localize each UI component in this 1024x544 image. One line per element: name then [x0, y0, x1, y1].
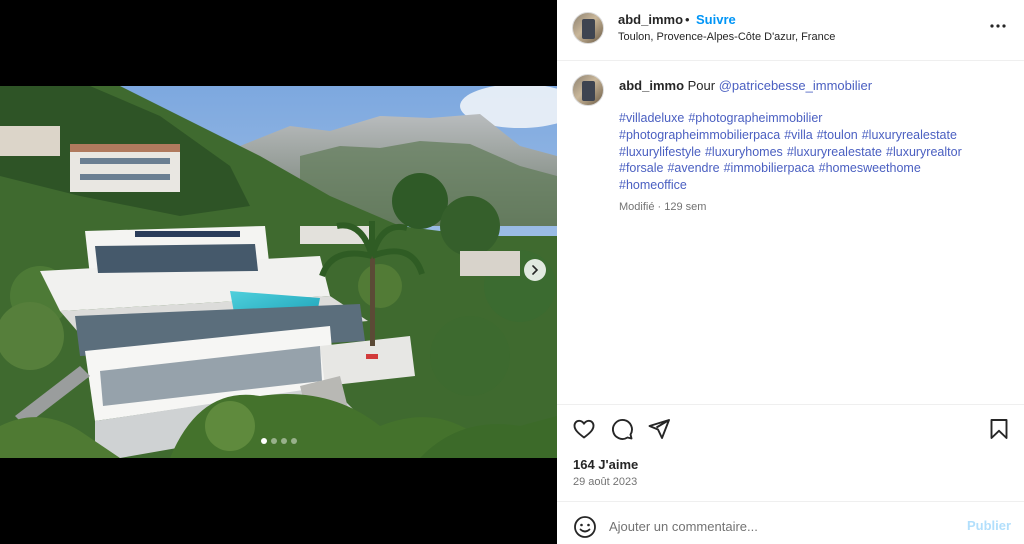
author-username[interactable]: abd_immo — [618, 12, 683, 27]
carousel-next-button[interactable] — [524, 259, 546, 281]
save-button[interactable] — [987, 417, 1011, 441]
comment-icon — [612, 419, 633, 440]
like-count[interactable]: 164 J'aime — [573, 457, 638, 472]
post-details-panel: abd_immo • Suivre Toulon, Provence-Alpes… — [557, 0, 1024, 544]
caption-avatar[interactable] — [572, 74, 604, 106]
meta-separator: · — [657, 201, 662, 213]
carousel-dot — [270, 438, 277, 444]
hashtag-link[interactable]: #villa — [784, 128, 813, 142]
follow-button[interactable]: Suivre — [696, 12, 736, 27]
post-photo[interactable] — [0, 86, 557, 458]
post-date[interactable]: 29 août 2023 — [573, 476, 637, 488]
hashtag-link[interactable]: #photographeimmobilier — [688, 111, 822, 125]
more-horizontal-icon — [990, 24, 1006, 28]
post-age[interactable]: 129 sem — [664, 201, 706, 213]
caption-text: Pour — [687, 78, 716, 93]
comment-input[interactable] — [609, 515, 949, 537]
smiley-icon — [574, 516, 596, 538]
hashtag-link[interactable]: #villadeluxe — [619, 111, 684, 125]
hashtag-link[interactable]: #luxuryhomes — [705, 145, 783, 159]
bookmark-icon — [990, 419, 1008, 439]
hashtag-link[interactable]: #luxurylifestyle — [619, 145, 701, 159]
carousel-dot — [280, 438, 287, 444]
like-button[interactable] — [572, 417, 596, 441]
divider — [557, 501, 1024, 502]
edited-label: Modifié — [619, 201, 655, 213]
villa-photo-image — [0, 86, 557, 458]
carousel-dot — [260, 438, 267, 444]
divider — [557, 404, 1024, 405]
caption-meta: Modifié · 129 sem — [619, 201, 706, 213]
carousel-indicator — [0, 438, 557, 444]
send-icon — [648, 419, 670, 439]
post-header: abd_immo • Suivre Toulon, Provence-Alpes… — [557, 0, 1024, 61]
share-button[interactable] — [647, 417, 671, 441]
hashtag-link[interactable]: #forsale — [619, 161, 663, 175]
publish-button[interactable]: Publier — [967, 518, 1011, 533]
post-location[interactable]: Toulon, Provence-Alpes-Côte D'azur, Fran… — [618, 31, 835, 43]
hashtag-link[interactable]: #photographeimmobilierpaca — [619, 128, 780, 142]
post-media-panel — [0, 0, 557, 544]
hashtag-link[interactable]: #luxuryrealestate — [862, 128, 957, 142]
more-options-button[interactable] — [988, 16, 1008, 36]
caption-username[interactable]: abd_immo — [619, 78, 684, 93]
chevron-right-icon — [532, 265, 539, 275]
carousel-dot — [290, 438, 297, 444]
heart-icon — [573, 419, 595, 439]
emoji-button[interactable] — [573, 515, 597, 539]
hashtag-link[interactable]: #luxuryrealtor — [886, 145, 962, 159]
hashtag-link[interactable]: #luxuryrealestate — [787, 145, 882, 159]
caption-mention[interactable]: @patricebesse_immobilier — [719, 78, 872, 93]
hashtag-link[interactable]: #homesweethome — [819, 161, 921, 175]
hashtag-link[interactable]: #homeoffice — [619, 178, 687, 192]
comment-button[interactable] — [610, 417, 634, 441]
caption-line: abd_immo Pour @patricebesse_immobilier — [619, 77, 1009, 94]
hashtag-link[interactable]: #avendre — [667, 161, 719, 175]
caption-hashtags: #villadeluxe #photographeimmobilier #phot… — [619, 110, 1014, 194]
hashtag-link[interactable]: #toulon — [817, 128, 858, 142]
avatar[interactable] — [572, 12, 604, 44]
separator-dot: • — [685, 12, 690, 27]
hashtag-link[interactable]: #immobilierpaca — [724, 161, 815, 175]
